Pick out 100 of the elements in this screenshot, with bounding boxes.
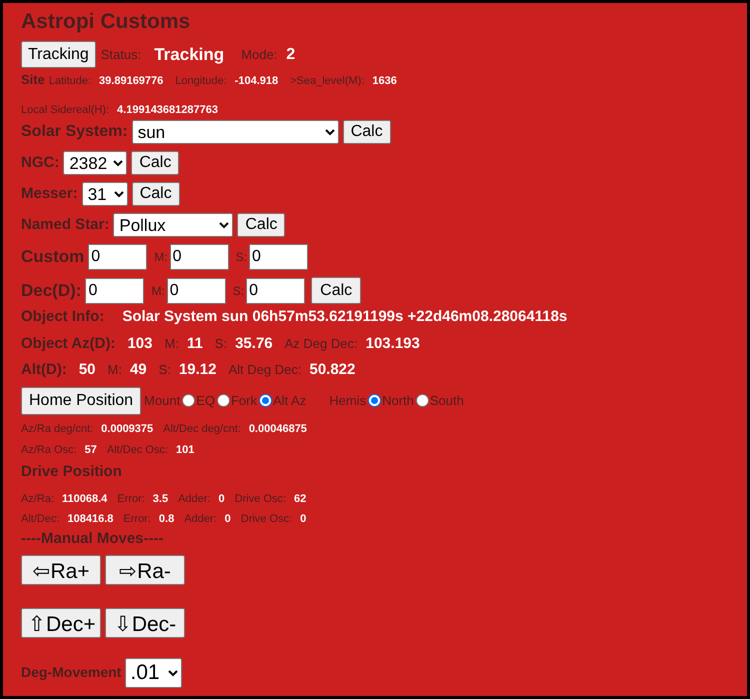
calc-button[interactable]: Calc	[342, 120, 391, 144]
calc-button[interactable]: Calc	[132, 182, 180, 206]
field-label: S:	[236, 249, 247, 266]
deg-movement-label: Deg-Movement	[21, 663, 122, 682]
radio-label: EQ	[196, 392, 215, 410]
field-label: Adder:	[178, 492, 211, 507]
calc-button[interactable]: Calc	[131, 151, 180, 175]
field-label: S:	[232, 282, 244, 300]
mode-label: Mode:	[241, 46, 278, 64]
radio-group-label: Mount	[144, 392, 180, 410]
number-input[interactable]: 0	[170, 244, 229, 270]
number-input[interactable]: 0	[166, 278, 226, 304]
field-value: 4.199143681287763	[117, 102, 218, 118]
radio-label: Fork	[230, 392, 257, 410]
field-label: Alt Deg Dec:	[228, 361, 302, 379]
radio-button[interactable]	[216, 394, 230, 407]
field-label: M:	[108, 361, 122, 379]
field-label: Az/Ra:	[21, 492, 54, 507]
radio-label: South	[430, 392, 464, 410]
field-label: Alt/Dec Osc:	[106, 443, 168, 458]
field-value: 0.00046875	[248, 422, 307, 436]
object-info-value: Solar System sun 06h57m53.62191199s +22d46m08.28064118s	[122, 307, 568, 327]
move-button[interactable]: ⇦Ra+	[21, 554, 101, 584]
home-position-button[interactable]: Home Position	[21, 386, 142, 414]
number-input[interactable]: 0	[248, 244, 308, 270]
radio-button[interactable]	[368, 394, 382, 407]
field-value: 101	[176, 443, 194, 458]
field-label: Local Sidereal(H):	[21, 102, 110, 118]
move-button[interactable]: ⇨Ra-	[105, 554, 185, 584]
field-label: Error:	[123, 512, 151, 526]
radio-button[interactable]	[416, 394, 429, 407]
field-label: Adder:	[184, 512, 217, 526]
field-label: S:	[214, 334, 228, 352]
number-input[interactable]: 0	[246, 278, 306, 304]
move-button[interactable]: ⇩Dec-	[105, 608, 185, 638]
field-label: Alt/Dec:	[21, 512, 60, 526]
selector-label: Named Star:	[21, 214, 110, 235]
field-label: M:	[164, 334, 179, 352]
calc-button[interactable]: Calc	[237, 213, 286, 237]
dropdown[interactable]: Pollux	[113, 213, 234, 237]
coordinate-label: Custom	[21, 246, 84, 268]
field-value: 35.76	[235, 334, 273, 354]
site-heading: Site	[21, 71, 45, 89]
field-label: M:	[154, 249, 168, 266]
calc-button[interactable]: Calc	[311, 277, 362, 304]
field-label: >Sea_level(M):	[290, 74, 364, 89]
field-value: 50.822	[309, 360, 356, 380]
radio-label: North	[382, 392, 414, 410]
field-value: 57	[84, 443, 97, 458]
field-value: 11	[186, 334, 203, 354]
radio-label: Alt Az	[272, 392, 306, 410]
radio-button[interactable]	[258, 394, 272, 407]
move-button[interactable]: ⇧Dec+	[21, 608, 101, 638]
dropdown[interactable]: .01	[125, 658, 182, 688]
radio-button[interactable]	[182, 394, 196, 407]
section-heading: ----Manual Moves----	[21, 529, 164, 549]
tracking-button[interactable]: Tracking	[21, 41, 96, 68]
dropdown[interactable]: sun	[132, 120, 339, 144]
selector-label: NGC:	[21, 152, 60, 173]
field-label: Az/Ra Osc:	[21, 443, 77, 458]
field-value: 103.193	[366, 334, 420, 354]
field-label: Drive Osc:	[234, 492, 286, 507]
field-value: 0	[300, 512, 306, 526]
field-value: 3.5	[152, 492, 168, 507]
field-label: M:	[151, 282, 165, 300]
section-heading: Drive Position	[21, 462, 123, 482]
number-input[interactable]: 0	[88, 244, 148, 270]
field-value: -104.918	[234, 74, 278, 89]
field-value: 39.89169776	[99, 74, 164, 89]
position-label: Object Az(D):	[21, 334, 116, 354]
number-input[interactable]: 0	[85, 278, 144, 304]
field-value: 62	[294, 492, 306, 507]
radio-group-label: Hemis	[329, 392, 366, 410]
field-value: 19.12	[178, 360, 216, 380]
selector-label: Messer:	[21, 184, 78, 204]
dropdown[interactable]: 31	[82, 182, 128, 206]
field-value: 103	[127, 334, 152, 354]
field-label: Latitude:	[48, 74, 92, 89]
field-label: Alt/Dec deg/cnt:	[163, 422, 241, 436]
field-value: 0	[224, 512, 231, 526]
coordinate-label: Dec(D):	[21, 280, 82, 302]
field-value: 108416.8	[68, 512, 114, 526]
field-value: 49	[130, 360, 147, 380]
position-label: Alt(D):	[21, 360, 67, 380]
field-value: 0.8	[158, 512, 174, 526]
field-value: 110068.4	[62, 492, 108, 507]
status-label: Status:	[100, 46, 142, 64]
page-title: Astropi Customs	[21, 9, 192, 35]
selector-label: Solar System:	[21, 122, 128, 142]
field-value: 1636	[372, 74, 397, 89]
field-value: 0	[218, 492, 225, 507]
field-label: Az Deg Dec:	[284, 334, 358, 353]
field-label: Error:	[117, 492, 145, 507]
dropdown[interactable]: 2382	[63, 151, 128, 175]
field-label: Drive Osc:	[240, 512, 292, 526]
field-label: Az/Ra deg/cnt:	[21, 422, 94, 436]
status-value: Tracking	[154, 44, 224, 66]
field-value: 50	[78, 360, 96, 380]
field-label: Longitude:	[175, 74, 227, 89]
field-label: S:	[158, 361, 171, 379]
